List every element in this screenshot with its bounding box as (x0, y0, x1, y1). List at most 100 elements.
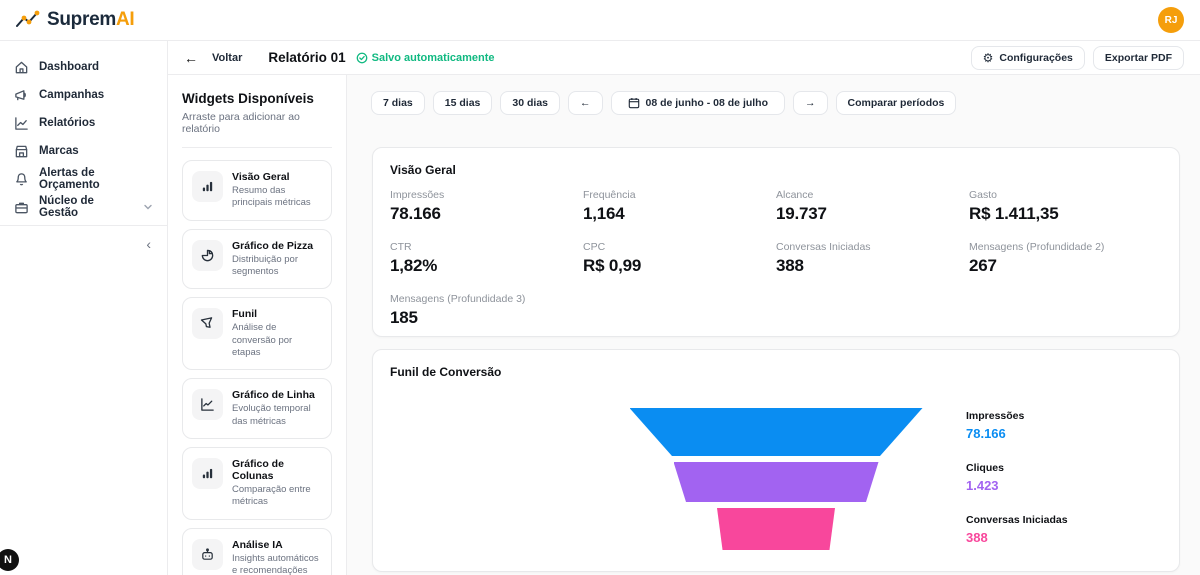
pie-chart-icon (192, 239, 223, 271)
sidebar-item-label: Núcleo de Gestão (39, 195, 94, 219)
funnel-chart (626, 408, 926, 556)
metric-mensagens-p2: Mensagens (Profundidade 2) 267 (969, 241, 1105, 275)
overview-widget: Visão Geral Impressões 78.166 Frequência… (372, 147, 1180, 337)
funnel-stage-cliques (673, 462, 879, 502)
metric-mensagens-p3: Mensagens (Profundidade 3) 185 (390, 293, 526, 327)
gear-icon: ⚙ (982, 50, 994, 65)
widget-description: Distribuição por segmentos (232, 253, 298, 278)
widget-card-funil[interactable]: Funil Análise de conversão por etapas (182, 297, 332, 371)
home-icon (14, 60, 29, 75)
autosave-status: Salvo automaticamente (356, 52, 495, 64)
widget-title: Análise IA (232, 538, 283, 551)
metric-ctr: CTR 1,82% (390, 241, 438, 275)
bell-icon (14, 172, 29, 187)
sidebar-item-nucleo-gestao[interactable]: Núcleo de Gestão (0, 195, 167, 219)
back-button[interactable]: ← Voltar (184, 50, 242, 66)
report-header: ← Voltar Relatório 01 Salvo automaticame… (168, 41, 1200, 75)
configuracoes-button[interactable]: ⚙ Configurações (970, 45, 1085, 70)
check-circle-icon (356, 52, 368, 64)
prev-period-button[interactable]: ← (568, 91, 603, 115)
header-actions: ⚙ Configurações Exportar PDF (970, 45, 1184, 70)
bar-chart-icon (192, 171, 223, 202)
metric-cpc: CPC R$ 0,99 (583, 241, 642, 275)
funnel-icon (192, 308, 223, 340)
compare-periods-button[interactable]: Comparar períodos (835, 91, 957, 115)
funnel-legend: Impressões 78.166 Cliques 1.423 Conversa… (966, 410, 1068, 545)
logo-text: SupremAI (47, 9, 135, 30)
report-title: Relatório 01 (268, 50, 346, 65)
metric-gasto: Gasto R$ 1.411,35 (969, 189, 1059, 223)
metric-frequencia: Frequência 1,164 (583, 189, 636, 223)
widget-description: Evolução temporal das métricas (232, 403, 311, 427)
exportar-pdf-label: Exportar PDF (1104, 51, 1172, 64)
app-logo[interactable]: SupremAI (16, 9, 135, 31)
funnel-stage-impressoes (629, 408, 923, 456)
topbar: SupremAI RJ (0, 0, 1200, 41)
autosave-label: Salvo automaticamente (371, 51, 495, 64)
widget-description: Comparação entre métricas (232, 484, 311, 508)
widgets-panel: Widgets Disponíveis Arraste para adicion… (168, 75, 347, 575)
sidebar-item-label: Marcas (39, 145, 79, 157)
robot-icon (192, 538, 223, 570)
widget-description: Análise de conversão por etapas (232, 322, 293, 359)
line-chart-icon (192, 389, 223, 421)
calendar-icon (628, 97, 640, 109)
sidebar-item-relatorios[interactable]: Relatórios (0, 113, 167, 133)
legend-item-impressoes: Impressões 78.166 (966, 410, 1025, 441)
sidebar-item-dashboard[interactable]: Dashboard (0, 57, 167, 77)
column-chart-icon (192, 458, 223, 490)
widget-card-grafico-linha[interactable]: Gráfico de Linha Evolução temporal das m… (182, 378, 332, 440)
sidebar-item-label: Alertas de Orçamento (39, 167, 100, 191)
sidebar-divider (0, 225, 167, 226)
widget-title: Visão Geral (232, 171, 290, 183)
widget-card-analise-ia[interactable]: Análise IA Insights automáticos e recome… (182, 527, 332, 575)
widget-description: Resumo das principais métricas (232, 185, 311, 209)
widget-title: Gráfico de Pizza (232, 239, 314, 252)
logo-chart-icon (16, 10, 40, 30)
range-30-dias-button[interactable]: 30 dias (500, 91, 560, 115)
sidebar: Dashboard Campanhas Relatórios Marcas Al… (0, 41, 168, 575)
widget-card-visao-geral[interactable]: Visão Geral Resumo das principais métric… (182, 160, 332, 221)
sidebar-item-alertas[interactable]: Alertas de Orçamento (0, 167, 167, 191)
date-range-button[interactable]: 08 de junho - 08 de julho (610, 91, 786, 115)
metric-impressoes: Impressões 78.166 (390, 189, 445, 223)
sidebar-item-marcas[interactable]: Marcas (0, 141, 167, 161)
widget-title: Gráfico de Linha (232, 389, 315, 402)
widget-title: Funil (232, 308, 258, 321)
widgets-panel-divider (182, 147, 332, 148)
sidebar-item-label: Dashboard (39, 61, 100, 73)
exportar-pdf-button[interactable]: Exportar PDF (1092, 45, 1184, 70)
range-15-dias-button[interactable]: 15 dias (432, 91, 493, 115)
legend-item-cliques: Cliques 1.423 (966, 462, 1004, 493)
sidebar-item-campanhas[interactable]: Campanhas (0, 85, 167, 105)
briefcase-icon (14, 200, 29, 215)
widget-card-grafico-pizza[interactable]: Gráfico de Pizza Distribuição por segmen… (182, 228, 332, 290)
sidebar-collapse-button[interactable]: ‹ (0, 236, 167, 252)
funnel-title: Funil de Conversão (390, 365, 502, 379)
range-7-dias-button[interactable]: 7 dias (371, 91, 425, 115)
metric-conversas-iniciadas: Conversas Iniciadas 388 (776, 241, 871, 275)
metrics-grid: Impressões 78.166 Frequência 1,164 Alcan… (373, 177, 1179, 328)
date-range-label: 08 de junho - 08 de julho (645, 97, 769, 109)
avatar[interactable]: RJ (1158, 7, 1184, 33)
widget-description: Insights automáticos e recomendações (232, 552, 319, 575)
chart-line-icon (14, 116, 29, 131)
date-toolbar: 7 dias 15 dias 30 dias ← 08 de junho - 0… (371, 91, 957, 115)
chevron-down-icon (143, 202, 153, 212)
megaphone-icon (14, 88, 29, 103)
sidebar-item-label: Relatórios (39, 117, 96, 129)
sidebar-item-label: Campanhas (39, 89, 105, 101)
widgets-panel-subtitle: Arraste para adicionar ao relatório (182, 111, 300, 135)
main-content: 7 dias 15 dias 30 dias ← 08 de junho - 0… (347, 75, 1200, 575)
funnel-widget: Funil de Conversão Impressões 78.166 Cli… (372, 349, 1180, 572)
metric-alcance: Alcance 19.737 (776, 189, 827, 223)
legend-item-conversas: Conversas Iniciadas 388 (966, 514, 1068, 545)
back-arrow-icon: ← (184, 49, 198, 66)
next-period-button[interactable]: → (793, 91, 828, 115)
funnel-stage-conversas (717, 508, 835, 550)
back-label: Voltar (212, 51, 243, 64)
widget-card-grafico-colunas[interactable]: Gráfico de Colunas Comparação entre métr… (182, 447, 332, 520)
widget-title: Gráfico de Colunas (232, 458, 284, 483)
overview-title: Visão Geral (390, 163, 456, 177)
storefront-icon (14, 144, 29, 159)
